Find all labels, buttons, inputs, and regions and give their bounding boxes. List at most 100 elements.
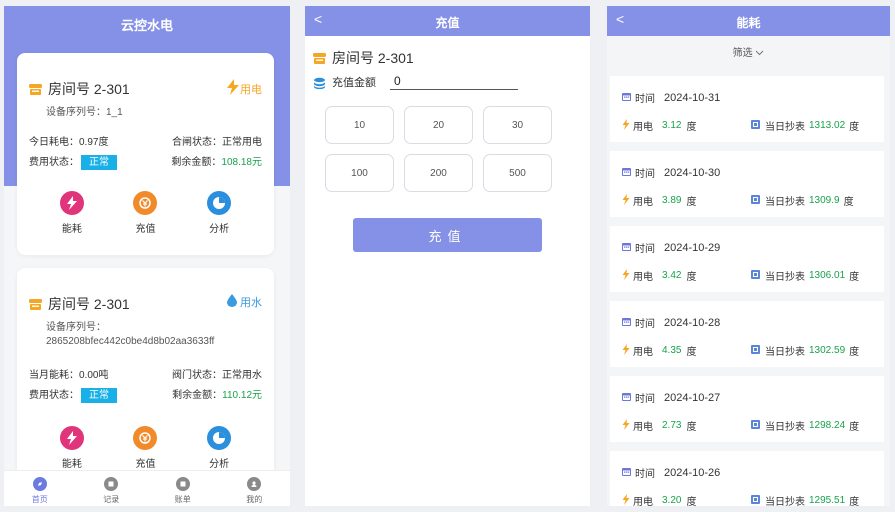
device-serial-label: 设备序列号： <box>46 322 106 333</box>
fee-status: 费用状态： 正常 <box>29 386 117 403</box>
room-number: 房间号 2-301 <box>48 81 130 97</box>
amount-label: 充值金额 <box>332 77 376 89</box>
calendar-icon <box>622 242 635 254</box>
nav-bar: < 能耗 <box>607 6 890 36</box>
energy-button[interactable]: 能耗 <box>47 426 97 470</box>
lightning-icon <box>622 268 633 283</box>
amount-option[interactable]: 500 <box>483 154 552 192</box>
record-usage: 用电 3.42 度 <box>622 268 696 283</box>
tab-records[interactable]: 记录 <box>86 471 136 506</box>
recharge-button[interactable]: 充值 <box>120 426 170 470</box>
device-serial: 设备序列号：1_1 <box>46 107 123 118</box>
room-row: 房间号 2-301 <box>29 79 130 99</box>
tab-bills[interactable]: 账单 <box>158 471 208 506</box>
record-meter: 当日抄表 1295.51 度 <box>751 493 859 506</box>
room-row: 房间号 2-301 <box>313 48 414 68</box>
room-icon <box>29 298 42 310</box>
room-icon <box>313 52 326 64</box>
pie-chart-icon <box>207 426 232 450</box>
lightning-icon <box>622 493 633 507</box>
lightning-icon <box>622 193 633 208</box>
bottom-tab-bar: 首页 记录 账单 我的 <box>4 470 290 506</box>
nav-bar: < 充值 <box>305 6 590 36</box>
record-meter: 当日抄表 1306.01 度 <box>751 268 859 283</box>
room-row: 房间号 2-301 <box>29 294 130 314</box>
info-row-2: 费用状态： 正常 剩余金额：108.18元 <box>29 153 262 170</box>
amount-option[interactable]: 200 <box>404 154 473 192</box>
filter-dropdown[interactable]: 筛选 <box>607 44 890 59</box>
amount-option[interactable]: 30 <box>483 106 552 144</box>
recharge-button[interactable]: 充值 <box>120 191 170 235</box>
compass-icon <box>32 477 47 491</box>
energy-record[interactable]: 时间 2024-10-30 用电 3.89 度 当日抄表 1309.9 度 <box>610 151 884 217</box>
record-meter: 当日抄表 1302.59 度 <box>751 343 859 358</box>
status-badge: 正常 <box>81 155 117 170</box>
analysis-button[interactable]: 分析 <box>194 426 244 470</box>
lightning-icon <box>622 343 633 358</box>
electric-meter-card[interactable]: 房间号 2-301 用电 设备序列号：1_1 今日耗电：0.97度 合闸状态：正… <box>17 53 274 255</box>
record-meter: 当日抄表 1298.24 度 <box>751 418 859 433</box>
record-icon <box>104 477 119 491</box>
balance: 剩余金额：108.18元 <box>171 157 262 168</box>
status-badge: 正常 <box>81 388 117 403</box>
record-date: 时间 2024-10-29 <box>622 240 720 255</box>
energy-record[interactable]: 时间 2024-10-28 用电 4.35 度 当日抄表 1302.59 度 <box>610 301 884 367</box>
recharge-screen: < 充值 房间号 2-301 充值金额 10 20 30 100 200 500… <box>305 6 590 506</box>
water-meter-card[interactable]: 房间号 2-301 用水 设备序列号： 2865208bfec442c0be4d… <box>17 268 274 488</box>
meter-icon <box>751 119 765 132</box>
amount-option[interactable]: 10 <box>325 106 394 144</box>
lightning-icon <box>226 79 240 98</box>
record-usage: 用电 3.20 度 <box>622 493 696 506</box>
amount-row: 充值金额 <box>313 74 518 90</box>
electric-type-tag: 用电 <box>226 79 262 98</box>
amount-option[interactable]: 100 <box>325 154 394 192</box>
pie-chart-icon <box>207 191 232 215</box>
record-date: 时间 2024-10-27 <box>622 390 720 405</box>
amount-option[interactable]: 20 <box>404 106 473 144</box>
lightning-icon <box>59 426 84 450</box>
month-usage: 当月能耗：0.00吨 <box>29 370 109 381</box>
energy-screen: < 能耗 筛选 时间 2024-10-31 用电 3.12 度 当日抄表 1313.02 度时… <box>607 6 890 506</box>
page-title: 充值 <box>435 16 460 30</box>
water-type-tag: 用水 <box>227 294 262 310</box>
energy-record[interactable]: 时间 2024-10-31 用电 3.12 度 当日抄表 1313.02 度 <box>610 76 884 142</box>
chevron-down-icon <box>755 48 764 59</box>
fee-status: 费用状态： 正常 <box>29 153 117 170</box>
record-date: 时间 2024-10-30 <box>622 165 720 180</box>
today-usage: 今日耗电：0.97度 <box>29 137 109 148</box>
card-actions: 能耗 充值 分析 <box>17 191 274 235</box>
device-serial-value: 2865208bfec442c0be4d8b02aa3633ff <box>46 336 215 347</box>
energy-record[interactable]: 时间 2024-10-27 用电 2.73 度 当日抄表 1298.24 度 <box>610 376 884 442</box>
calendar-icon <box>622 92 635 104</box>
energy-record[interactable]: 时间 2024-10-29 用电 3.42 度 当日抄表 1306.01 度 <box>610 226 884 292</box>
energy-record[interactable]: 时间 2024-10-26 用电 3.20 度 当日抄表 1295.51 度 <box>610 451 884 506</box>
home-screen: 云控水电 房间号 2-301 用电 设备序列号：1_1 今日耗电：0.97度 合… <box>4 6 290 506</box>
amount-grid: 10 20 30 100 200 500 <box>325 106 553 192</box>
room-number: 房间号 2-301 <box>48 296 130 312</box>
analysis-button[interactable]: 分析 <box>194 191 244 235</box>
submit-recharge-button[interactable]: 充值 <box>353 218 542 252</box>
balance: 剩余金额：110.12元 <box>172 390 262 401</box>
lightning-icon <box>622 118 633 133</box>
coin-icon <box>133 191 158 215</box>
calendar-icon <box>622 167 635 179</box>
meter-icon <box>751 419 765 432</box>
tab-home[interactable]: 首页 <box>15 471 65 506</box>
coins-icon <box>313 77 326 89</box>
info-row-2: 费用状态： 正常 剩余金额：110.12元 <box>29 386 262 403</box>
meter-icon <box>751 494 765 506</box>
meter-icon <box>751 269 765 282</box>
bill-icon <box>175 477 190 491</box>
record-usage: 用电 3.12 度 <box>622 118 696 133</box>
calendar-icon <box>622 317 635 329</box>
switch-status: 合闸状态：正常用电 <box>172 137 262 148</box>
amount-input[interactable] <box>390 74 518 90</box>
record-date: 时间 2024-10-31 <box>622 90 720 105</box>
energy-button[interactable]: 能耗 <box>47 191 97 235</box>
room-icon <box>29 83 42 95</box>
record-date: 时间 2024-10-26 <box>622 465 720 480</box>
info-row-1: 今日耗电：0.97度 合闸状态：正常用电 <box>29 133 262 148</box>
info-row-1: 当月能耗：0.00吨 阀门状态：正常用水 <box>29 366 262 381</box>
page-title: 能耗 <box>736 16 761 30</box>
tab-profile[interactable]: 我的 <box>229 471 279 506</box>
